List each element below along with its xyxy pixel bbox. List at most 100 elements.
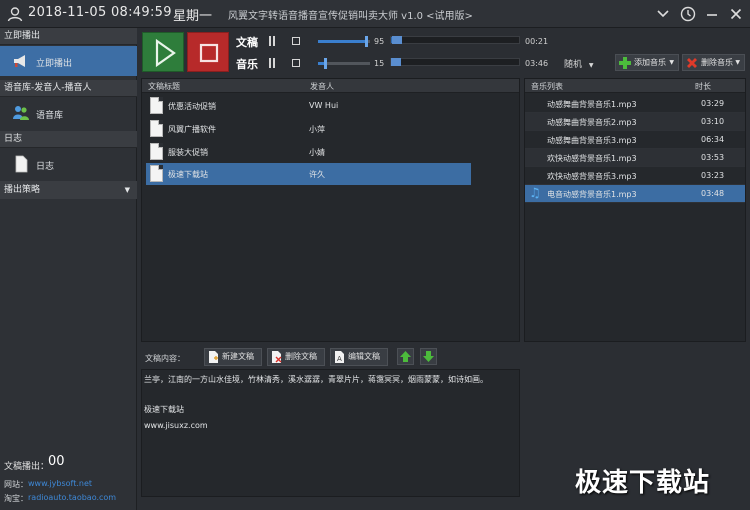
- music-list-panel: 音乐列表 时长 动感舞曲背景音乐1.mp3 03:29 动感舞曲背景音乐2.mp…: [524, 78, 746, 342]
- content-toolbar: 文稿内容： 新建文稿 删除文稿 A 编辑文稿: [141, 345, 520, 369]
- svg-text:A: A: [337, 355, 342, 363]
- play-icon: [155, 38, 176, 68]
- play-mode-dropdown[interactable]: 随机 ▼: [564, 57, 594, 70]
- document-icon: [150, 165, 163, 182]
- music-row[interactable]: 动感舞曲背景音乐3.mp3 06:34: [525, 131, 745, 149]
- music-name: 欢快动感背景音乐3.mp3: [547, 172, 637, 181]
- script-content-editor[interactable]: 兰亭，江南的一方山水佳境，竹林清秀，溪水潺潺，青翠片片，蒋霭冥冥，烟雨蒙蒙，如诗…: [141, 369, 520, 497]
- arrow-down-icon: [423, 351, 434, 362]
- play-mode-value: 随机: [564, 60, 583, 70]
- music-duration: 03:29: [701, 99, 725, 108]
- play-button[interactable]: [142, 32, 184, 72]
- sidebar-item-label: 立即播出: [36, 59, 73, 69]
- taobao-link[interactable]: radioauto.taobao.com: [28, 493, 116, 502]
- stop-small-icon[interactable]: [292, 37, 300, 45]
- music-time: 03:46: [525, 59, 549, 68]
- script-title: 服装大促销: [168, 148, 208, 157]
- sidebar-item-library[interactable]: 语音库: [0, 98, 137, 128]
- content-line: [144, 386, 517, 398]
- script-list-panel: 文稿标题 发音人 优惠活动促销 VW Hui 风翼广播软件 小萍 服装大促销 小…: [141, 78, 520, 342]
- music-row[interactable]: 欢快动感背景音乐3.mp3 03:23: [525, 167, 745, 185]
- chevron-down-icon: ▼: [735, 59, 740, 66]
- music-volume-value: 15: [374, 59, 385, 68]
- column-music-name[interactable]: 音乐列表: [531, 81, 563, 92]
- script-volume-fill: [318, 40, 367, 43]
- music-row[interactable]: 欢快动感背景音乐1.mp3 03:53: [525, 149, 745, 167]
- music-duration: 06:34: [701, 135, 725, 144]
- new-script-button[interactable]: 新建文稿: [204, 348, 262, 366]
- clock-icon[interactable]: [679, 5, 697, 23]
- script-title: 极速下载站: [168, 170, 208, 179]
- arrow-up-icon: [400, 351, 411, 362]
- delete-music-label: 删除音乐: [701, 58, 733, 67]
- delete-music-button[interactable]: 删除音乐 ▼: [682, 54, 745, 71]
- broadcast-count-label: 文稿播出：: [4, 462, 50, 472]
- current-weekday: 星期一: [173, 9, 213, 24]
- plus-icon: [619, 57, 631, 69]
- script-row-selected[interactable]: 极速下载站 许久: [146, 163, 471, 185]
- user-icon[interactable]: [7, 6, 23, 22]
- music-row[interactable]: 动感舞曲背景音乐2.mp3 03:10: [525, 113, 745, 131]
- sidebar-item-label: 日志: [36, 162, 55, 172]
- music-volume-slider[interactable]: [318, 58, 370, 69]
- add-music-button[interactable]: 添加音乐 ▼: [615, 54, 679, 71]
- script-progress-thumb[interactable]: [392, 36, 402, 44]
- script-speaker: VW Hui: [309, 101, 339, 110]
- script-volume-thumb[interactable]: [365, 36, 368, 47]
- move-down-button[interactable]: [420, 348, 437, 365]
- content-line: 兰亭，江南的一方山水佳境，竹林清秀，溪水潺潺，青翠片片，蒋霭冥冥，烟雨蒙蒙，如诗…: [144, 375, 488, 384]
- document-icon: [150, 143, 163, 160]
- script-list-header: 文稿标题 发音人: [142, 79, 519, 93]
- sidebar-item-log[interactable]: 日志: [0, 149, 137, 179]
- edit-script-button[interactable]: A 编辑文稿: [330, 348, 388, 366]
- script-row[interactable]: 服装大促销 小婧: [146, 141, 471, 163]
- new-document-icon: [209, 351, 218, 363]
- minimize-icon[interactable]: [703, 5, 721, 23]
- stop-icon: [199, 43, 219, 63]
- music-note-icon: ♫: [529, 186, 541, 201]
- strategy-label: 播出策略: [4, 185, 41, 195]
- current-datetime: 2018-11-05 08:49:59: [28, 5, 172, 20]
- strategy-dropdown[interactable]: 播出策略 ▼: [0, 181, 137, 199]
- stop-small-icon[interactable]: [292, 59, 300, 67]
- megaphone-icon: [14, 55, 25, 67]
- script-speaker: 小婧: [309, 148, 325, 157]
- document-icon: [150, 120, 163, 137]
- script-row[interactable]: 风翼广播软件 小萍: [146, 118, 471, 140]
- column-duration[interactable]: 时长: [695, 81, 711, 92]
- website-link[interactable]: www.jybsoft.net: [28, 479, 92, 488]
- move-up-button[interactable]: [397, 348, 414, 365]
- script-channel-label: 文稿: [236, 36, 258, 49]
- script-speaker: 许久: [309, 170, 325, 179]
- music-name: 电音动感背景音乐1.mp3: [547, 190, 637, 199]
- chevron-down-icon[interactable]: [654, 5, 672, 23]
- chevron-down-icon: ▼: [124, 186, 130, 194]
- music-row[interactable]: 动感舞曲背景音乐1.mp3 03:29: [525, 95, 745, 113]
- column-title[interactable]: 文稿标题: [148, 81, 180, 92]
- music-volume-thumb[interactable]: [324, 58, 327, 69]
- music-progress-bar[interactable]: [390, 58, 520, 66]
- script-volume-slider[interactable]: [318, 36, 370, 47]
- watermark-logo: 极速下载站: [575, 468, 711, 498]
- edit-script-label: 编辑文稿: [348, 352, 380, 361]
- sidebar-item-broadcast[interactable]: 立即播出: [0, 46, 137, 76]
- script-volume-value: 95: [374, 37, 385, 46]
- script-progress-bar[interactable]: [390, 36, 520, 44]
- script-row[interactable]: 优惠活动促销 VW Hui: [146, 95, 471, 117]
- pause-icon[interactable]: [268, 58, 276, 68]
- sidebar: 立即播出 立即播出 语音库-发音人-播音人 语音库 日志 日志 播出策略 ▼ 文…: [0, 28, 137, 510]
- script-time: 00:21: [525, 37, 549, 46]
- stop-button[interactable]: [187, 32, 229, 72]
- delete-script-label: 删除文稿: [285, 352, 317, 361]
- content-label: 文稿内容：: [145, 354, 185, 363]
- music-row-selected[interactable]: ♫ 电音动感背景音乐1.mp3 03:48: [525, 185, 745, 203]
- close-icon[interactable]: [727, 5, 745, 23]
- sidebar-item-label: 语音库: [36, 111, 64, 121]
- music-progress-thumb[interactable]: [391, 58, 401, 66]
- music-name: 欢快动感背景音乐1.mp3: [547, 154, 637, 163]
- column-speaker[interactable]: 发音人: [310, 81, 334, 92]
- music-duration: 03:10: [701, 117, 725, 126]
- delete-script-button[interactable]: 删除文稿: [267, 348, 325, 366]
- pause-icon[interactable]: [268, 36, 276, 46]
- website-label: 网站：: [4, 480, 28, 489]
